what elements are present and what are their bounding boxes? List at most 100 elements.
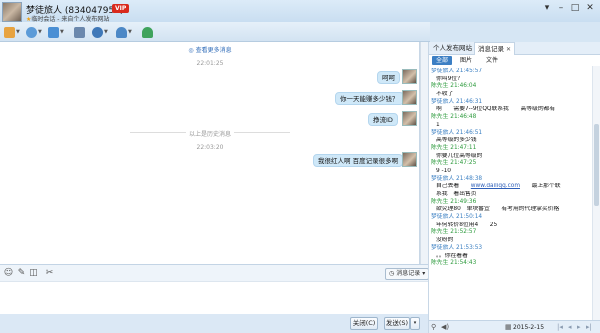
history-record-header: 梦徒旅人 21:45:57	[431, 68, 591, 76]
calendar-icon[interactable]: ▦	[505, 323, 512, 331]
history-record-text: 自己去看 www.dailiqq.com 最上那个联	[436, 183, 561, 190]
toolbar-audio-button[interactable]: ▼	[48, 26, 64, 38]
settings-icon[interactable]: ▾	[541, 3, 553, 13]
message-bubble: 我很红人啊 百度记录很多啊	[313, 154, 404, 167]
tab-personal-site[interactable]: 个人发布网站	[430, 42, 475, 55]
record-time: 21:47:25	[450, 160, 477, 167]
chat-scrollbar[interactable]	[420, 42, 428, 264]
record-sender: 陈先生	[431, 160, 449, 167]
vip-badge: VIP	[112, 4, 130, 13]
record-time: 21:45:57	[456, 68, 483, 74]
toolbar-video-button[interactable]: ▼	[26, 26, 42, 38]
filter-images[interactable]: 图片	[456, 56, 476, 65]
message-input[interactable]	[0, 282, 430, 314]
history-record-header: 陈先生 21:46:48	[431, 114, 591, 122]
toolbar-add-friend-button[interactable]: ▼	[116, 26, 132, 38]
next-page-icon[interactable]: ▸	[577, 323, 581, 331]
minimize-icon[interactable]: –	[555, 3, 567, 13]
audio-icon	[48, 26, 59, 38]
record-time: 21:46:31	[456, 98, 483, 105]
file-icon	[74, 26, 85, 38]
timestamp: 22:03:20	[196, 144, 224, 151]
chevron-down-icon: ▾	[422, 270, 426, 277]
record-sender: 梦徒旅人	[431, 244, 455, 251]
remote-icon	[92, 26, 103, 38]
my-avatar	[402, 69, 417, 84]
record-sender: 梦徒旅人	[431, 129, 455, 136]
first-page-icon[interactable]: |◂	[557, 323, 563, 331]
my-avatar	[402, 111, 417, 126]
record-time: 21:46:48	[450, 114, 477, 121]
screenshot-icon[interactable]: ✂	[44, 268, 55, 279]
record-time: 21:49:36	[450, 198, 477, 205]
history-footer: ⚲ ◀) ▦ 2015-2-15 |◂ ◂ ▸ ▸|	[429, 320, 600, 333]
history-record-header: 梦徒旅人 21:53:53	[431, 245, 591, 253]
chat-toolbar: ▼ ▼ ▼ ▼ ▼	[0, 22, 430, 42]
history-record-text: 高等级的多少钱	[436, 137, 477, 144]
record-time: 21:54:43	[450, 260, 477, 267]
toolbar-remote-button[interactable]: ▼	[92, 26, 108, 38]
history-record-header: 梦徒旅人 21:48:38	[431, 176, 591, 184]
my-avatar	[402, 152, 417, 167]
record-sender: 陈先生	[431, 83, 449, 90]
close-icon[interactable]: ✕	[584, 3, 596, 13]
message-bubble: 呵呵	[377, 71, 400, 84]
send-options-button[interactable]: ▾	[410, 317, 420, 330]
toolbar-invite-button[interactable]	[142, 26, 153, 38]
toolbar-transfer-button[interactable]: ▼	[4, 26, 20, 38]
invite-icon	[142, 26, 153, 38]
filter-files[interactable]: 文件	[482, 56, 502, 65]
font-icon[interactable]: ✎	[16, 268, 27, 279]
close-icon[interactable]: ✕	[506, 46, 511, 53]
filter-all[interactable]: 全部	[432, 56, 453, 65]
clock-icon: ◷	[389, 270, 395, 277]
history-record-text: 欲究理80 单块番宜 有考用的代理掌买价格	[436, 206, 560, 213]
last-page-icon[interactable]: ▸|	[586, 323, 592, 331]
maximize-icon[interactable]: □	[569, 3, 581, 13]
tab-message-history[interactable]: 消息记录 ✕	[474, 42, 516, 55]
history-scrollbar[interactable]	[592, 66, 600, 320]
right-panel: 个人发布网站 消息记录 ✕ 全部 图片 文件 梦徒旅人 21:45:57 你叫9位？…	[428, 42, 600, 333]
contact-avatar[interactable]	[2, 2, 22, 22]
history-record-header: 陈先生 21:54:43	[431, 260, 591, 268]
record-time: 21:46:51	[456, 129, 483, 136]
history-record-header: 陈先生 21:49:36	[431, 199, 591, 207]
scroll-thumb[interactable]	[594, 124, 599, 206]
more-messages-link[interactable]: ◎ 查看更多消息	[0, 45, 420, 54]
input-toolbar: ☺ ✎ ◫ ✂ ◷ 消息记录 ▾	[0, 264, 430, 282]
message-bubble: 挣流ID	[368, 113, 398, 126]
shake-icon[interactable]: ◫	[28, 268, 39, 279]
my-avatar	[402, 90, 417, 105]
record-sender: 梦徒旅人	[431, 214, 455, 221]
record-time: 21:48:38	[456, 175, 483, 182]
history-record-text	[431, 268, 591, 276]
website-link[interactable]: www.dailiqq.com	[471, 183, 520, 189]
record-sender: 陈先生	[431, 144, 449, 151]
record-sender: 陈先生	[431, 198, 449, 205]
video-icon	[26, 26, 37, 38]
record-time: 21:46:04	[450, 83, 477, 90]
close-button[interactable]: 关闭(C)	[350, 317, 378, 330]
history-record-text: 1	[436, 121, 440, 128]
history-record-text: 系我 看出售页	[436, 191, 477, 197]
history-record-text: 不收了	[436, 91, 454, 98]
message-history-button[interactable]: ◷ 消息记录 ▾	[385, 268, 430, 280]
history-record-header: 陈先生 21:52:57	[431, 229, 591, 237]
emoji-icon[interactable]: ☺	[3, 268, 14, 279]
speaker-icon[interactable]: ◀)	[441, 323, 449, 331]
record-sender: 梦徒旅人	[431, 98, 455, 105]
history-record-header: 梦徒旅人 21:50:14	[431, 214, 591, 222]
history-list: 梦徒旅人 21:45:57 你叫9位？ 陈先生 21:46:04 不收了 梦徒旅人 21…	[431, 68, 591, 320]
toolbar-file-button[interactable]	[74, 26, 85, 38]
message-bubble: 你一天能赚多少钱？	[335, 92, 404, 105]
search-icon[interactable]: ⚲	[431, 323, 436, 331]
history-separator: 以上是历史消息	[0, 129, 420, 138]
history-date[interactable]: 2015-2-15	[513, 324, 544, 331]
right-tabs: 个人发布网站 消息记录 ✕	[429, 42, 600, 55]
history-record-text: 9 -10	[436, 167, 451, 174]
prev-page-icon[interactable]: ◂	[568, 323, 572, 331]
record-time: 21:53:53	[456, 244, 483, 251]
send-button[interactable]: 发送(S)	[384, 317, 410, 330]
timestamp: 22:01:25	[196, 60, 224, 67]
title-bar: 梦徒旅人 (834047951) VIP ★临时会话 - 来自个人发布网站 ▾ …	[0, 0, 600, 23]
